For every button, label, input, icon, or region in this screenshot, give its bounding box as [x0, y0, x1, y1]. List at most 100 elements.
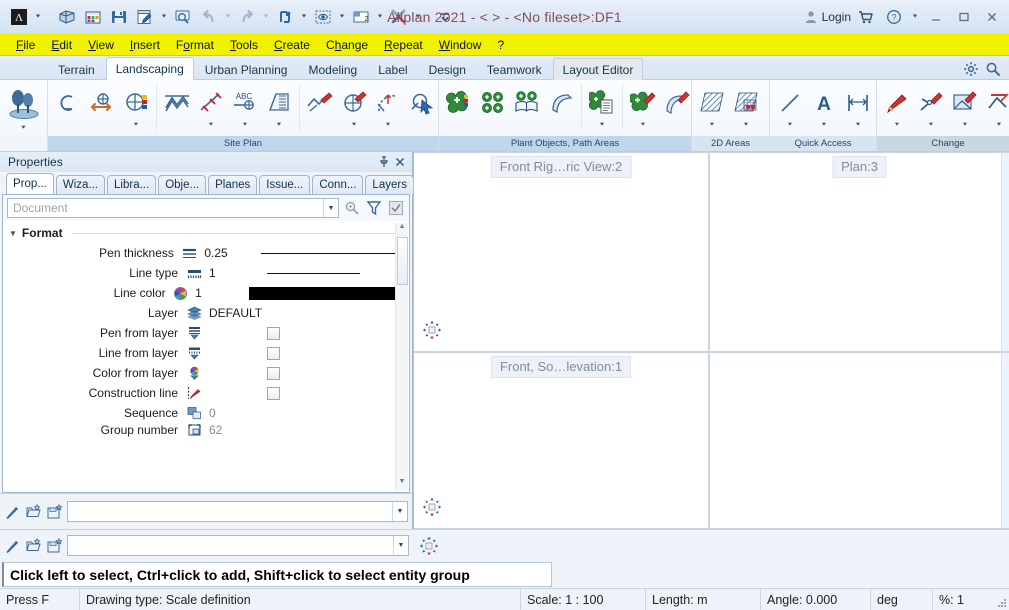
dimension-line-dropdown-icon[interactable]	[855, 120, 862, 130]
hatching-area-icon[interactable]	[695, 84, 729, 130]
resize-grip-icon[interactable]	[993, 589, 1009, 610]
menu-repeat[interactable]: Repeat	[376, 36, 431, 54]
property-row-layer[interactable]: Layer DEFAULT	[3, 303, 409, 323]
modify-angle-dropdown-icon[interactable]	[996, 120, 1003, 130]
ptab-layers[interactable]: Layers	[365, 175, 414, 194]
site-plan-color-icon[interactable]	[119, 84, 153, 130]
login-label[interactable]: Login	[822, 10, 851, 24]
viewport-label[interactable]: Plan:3	[832, 156, 887, 178]
property-row-line-type[interactable]: Line type 1	[3, 263, 409, 283]
properties-scrollbar[interactable]: ▲ ▼	[395, 223, 408, 490]
property-row-pen-from-layer[interactable]: Pen from layer	[3, 323, 409, 343]
ribbon-launcher-landscaping[interactable]	[0, 80, 48, 151]
undo-icon[interactable]	[196, 4, 222, 30]
load-favorite-icon[interactable]	[25, 502, 43, 522]
menu-edit[interactable]: Edit	[43, 36, 80, 54]
menu-file[interactable]: File	[8, 36, 43, 54]
allplan-logo-dropdown-icon[interactable]	[32, 5, 44, 29]
modify-site-plan-icon[interactable]	[337, 84, 371, 130]
menu-change[interactable]: Change	[318, 36, 376, 54]
zoom-search-icon[interactable]	[342, 199, 361, 218]
help-dropdown-icon[interactable]	[909, 5, 921, 29]
pick-match-icon[interactable]	[4, 536, 22, 556]
menu-view[interactable]: View	[80, 36, 122, 54]
pattern-area-dropdown-icon[interactable]	[743, 120, 750, 130]
save-favorite-icon[interactable]	[46, 502, 64, 522]
landscaping-launcher-dropdown-icon[interactable]	[20, 123, 27, 133]
ptab-library[interactable]: Libra...	[107, 175, 157, 194]
menu-tools[interactable]: Tools	[222, 36, 266, 54]
ptab-issues[interactable]: Issue...	[259, 175, 311, 194]
plant-list-icon[interactable]	[585, 84, 619, 130]
tab-design[interactable]: Design	[419, 59, 476, 80]
viewport-scrollbar[interactable]	[1001, 153, 1009, 351]
drawing-files-icon[interactable]	[80, 4, 106, 30]
status-angle[interactable]: Angle: 0.000	[761, 589, 871, 610]
redo-icon[interactable]	[234, 4, 260, 30]
abc-label-point-icon[interactable]: ABC	[228, 84, 262, 130]
ptab-connect[interactable]: Conn...	[312, 175, 364, 194]
menu-create[interactable]: Create	[266, 36, 318, 54]
chevron-down-icon[interactable]: ▼	[393, 536, 408, 555]
save-icon[interactable]	[106, 4, 132, 30]
properties-section-format[interactable]: ▼ Format	[3, 224, 409, 243]
dimension-line-icon[interactable]	[841, 84, 875, 130]
viewport-front-south-elevation[interactable]: Front, So…levation:1	[414, 352, 709, 529]
redo-dropdown-icon[interactable]	[260, 5, 272, 29]
triangle-down-icon[interactable]: ▼	[9, 229, 17, 238]
ptab-objects[interactable]: Obje...	[158, 175, 207, 194]
status-angle-unit[interactable]: deg	[871, 589, 933, 610]
line-icon[interactable]	[773, 84, 807, 130]
maximize-button[interactable]	[951, 4, 977, 30]
menu-insert[interactable]: Insert	[122, 36, 168, 54]
compass-south-red-icon[interactable]	[422, 497, 442, 520]
tab-teamwork[interactable]: Teamwork	[477, 59, 552, 80]
favorites-select[interactable]: ▼	[67, 501, 408, 522]
refresh-icon[interactable]	[272, 4, 298, 30]
property-row-pen-thickness[interactable]: Pen thickness 0.25	[3, 243, 409, 263]
preview-icon[interactable]	[170, 4, 196, 30]
plant-color-icon[interactable]	[442, 84, 476, 120]
pattern-area-icon[interactable]	[729, 84, 763, 130]
modify-point-icon[interactable]	[914, 84, 948, 130]
modify-entity-icon[interactable]	[948, 84, 982, 130]
terrain-point-icon[interactable]	[194, 84, 228, 130]
modify-angle-icon[interactable]	[982, 84, 1009, 130]
configure-tools-icon[interactable]	[386, 4, 412, 30]
visibility-icon[interactable]	[310, 4, 336, 30]
tab-layout-editor[interactable]: Layout Editor	[552, 58, 644, 80]
visibility-dropdown-icon[interactable]	[336, 5, 348, 29]
cart-icon[interactable]	[853, 4, 879, 30]
chevron-down-icon[interactable]: ▼	[323, 199, 338, 217]
property-row-line-from-layer[interactable]: Line from layer	[3, 343, 409, 363]
close-icon[interactable]	[392, 154, 408, 170]
building-site-dropdown-icon[interactable]	[276, 120, 283, 130]
tab-terrain[interactable]: Terrain	[48, 59, 105, 80]
project-open-icon[interactable]	[54, 4, 80, 30]
modify-elevation-dropdown-icon[interactable]	[385, 120, 392, 130]
line-from-layer-checkbox[interactable]	[267, 346, 401, 360]
user-avatar-icon[interactable]	[804, 10, 818, 24]
command-bar-compass[interactable]	[409, 536, 439, 556]
open-favorite-icon[interactable]	[25, 536, 43, 556]
ptab-planes[interactable]: Planes	[208, 175, 258, 194]
undo-dropdown-icon[interactable]	[222, 5, 234, 29]
pick-properties-icon[interactable]	[4, 502, 22, 522]
property-row-line-color[interactable]: Line color 1	[3, 283, 409, 303]
new-drawing-icon[interactable]	[132, 4, 158, 30]
text-icon[interactable]: A	[807, 84, 841, 130]
viewport-animation[interactable]	[709, 352, 1009, 529]
ptab-properties[interactable]: Prop...	[6, 173, 54, 194]
more-options-icon[interactable]	[432, 4, 458, 30]
document-scope-select[interactable]: Document ▼	[7, 198, 339, 218]
refresh-dropdown-icon[interactable]	[298, 5, 310, 29]
scroll-up-icon[interactable]: ▲	[399, 223, 406, 235]
help-icon[interactable]: ?	[881, 4, 907, 30]
property-row-sequence[interactable]: Sequence 0	[3, 403, 409, 423]
minimize-button[interactable]	[923, 4, 949, 30]
viewport-front-right-isometric[interactable]: Front Rig…ric View:2	[414, 152, 709, 352]
modify-format-properties-icon[interactable]	[880, 84, 914, 130]
modify-format-properties-dropdown-icon[interactable]	[894, 120, 901, 130]
property-row-group-number[interactable]: Group number 62	[3, 423, 409, 437]
property-row-construction-line[interactable]: Construction line	[3, 383, 409, 403]
